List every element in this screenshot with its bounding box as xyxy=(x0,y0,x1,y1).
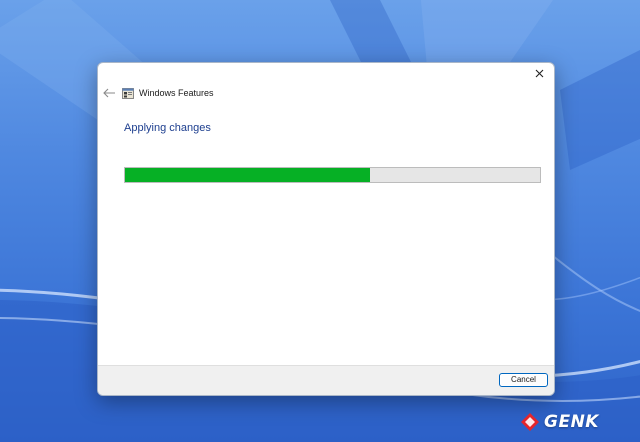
status-heading: Applying changes xyxy=(124,122,211,134)
back-arrow-icon[interactable] xyxy=(102,87,116,99)
genk-logo-mark xyxy=(521,413,539,431)
close-icon xyxy=(535,69,543,77)
genk-watermark: GENK xyxy=(520,410,630,434)
progress-bar-fill xyxy=(125,168,370,182)
windows-features-icon xyxy=(122,88,134,99)
windows-features-dialog: Windows Features Applying changes Cancel xyxy=(97,62,555,396)
close-button[interactable] xyxy=(524,63,554,83)
genk-logo-text: GENK xyxy=(544,412,599,432)
dialog-footer: Cancel xyxy=(98,365,554,395)
cancel-button[interactable]: Cancel xyxy=(499,373,548,387)
window-title: Windows Features xyxy=(139,88,214,98)
progress-bar xyxy=(124,167,541,183)
title-bar: Windows Features xyxy=(98,83,554,103)
